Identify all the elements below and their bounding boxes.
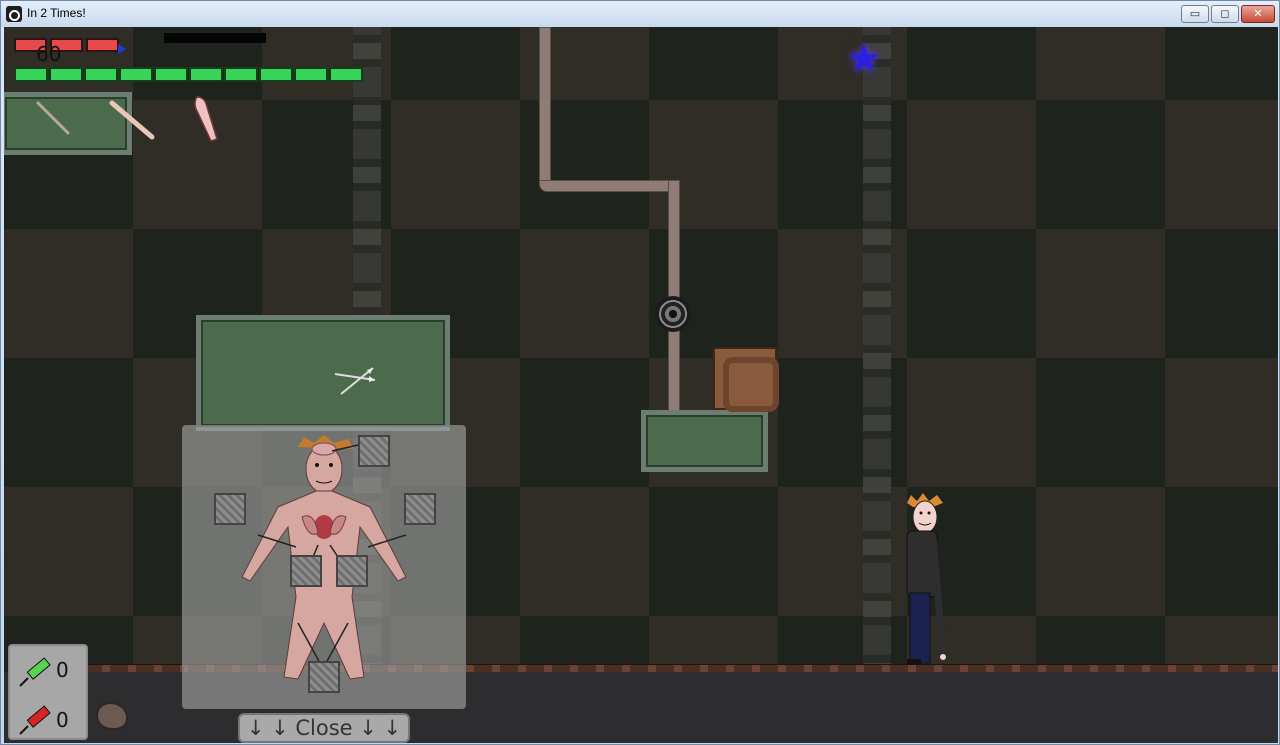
stamina-segment — [294, 67, 328, 82]
close-body-map-button[interactable]: ↓ ↓ Close ↓ ↓ — [238, 713, 410, 743]
stamina-segment — [84, 67, 118, 82]
wooden-crate[interactable] — [713, 347, 779, 412]
right-arm-slot[interactable] — [214, 493, 246, 525]
close-window-button[interactable]: ✕ — [1241, 5, 1275, 23]
star-icon[interactable]: ★ — [846, 39, 882, 79]
game-viewport[interactable]: ★ 60 ↓ ↓ Close ↓ ↓ 0 0 — [4, 27, 1278, 743]
green-panel-large — [196, 315, 450, 431]
left-arm-slot[interactable] — [404, 493, 436, 525]
window-title: In 2 Times! — [27, 6, 86, 20]
maximize-button[interactable]: ◻ — [1211, 5, 1239, 23]
minimize-button[interactable]: ▭ — [1181, 5, 1209, 23]
pipe-segment — [539, 27, 551, 192]
stamina-segment — [259, 67, 293, 82]
pipe-segment — [539, 180, 680, 192]
crossed-arrows-icon[interactable] — [329, 362, 381, 402]
bone-items[interactable] — [34, 97, 164, 147]
stamina-segment — [14, 67, 48, 82]
red-syringe-icon[interactable] — [16, 702, 56, 738]
rock-item[interactable] — [96, 702, 128, 730]
severed-arm[interactable] — [189, 91, 229, 151]
game-window: In 2 Times! ▭ ◻ ✕ ★ 60 ↓ ↓ Close ↓ ↓ 0 0 — [0, 0, 1280, 745]
stamina-segment — [154, 67, 188, 82]
red-syringe-count: 0 — [56, 708, 69, 732]
arrow-icon — [118, 44, 126, 54]
torso-right-slot[interactable] — [336, 555, 368, 587]
torso-left-slot[interactable] — [290, 555, 322, 587]
hanging-chain — [863, 27, 891, 743]
green-panel-small — [641, 410, 768, 472]
progress-bar — [164, 33, 266, 43]
head-slot[interactable] — [358, 435, 390, 467]
body-map-overlay — [182, 425, 466, 709]
title-bar[interactable]: In 2 Times! ▭ ◻ ✕ — [1, 1, 1279, 27]
legs-slot[interactable] — [308, 661, 340, 693]
green-syringe-icon[interactable] — [16, 654, 56, 690]
health-value: 60 — [36, 42, 62, 66]
pipe-valve[interactable] — [655, 296, 691, 332]
stamina-segment — [329, 67, 363, 82]
player-character[interactable] — [899, 493, 947, 669]
health-segment — [86, 38, 119, 52]
stamina-segment — [49, 67, 83, 82]
green-syringe-count: 0 — [56, 658, 69, 682]
stamina-segment — [189, 67, 223, 82]
stamina-segment — [224, 67, 258, 82]
syringe-inventory: 0 0 — [8, 644, 88, 740]
stamina-segment — [119, 67, 153, 82]
app-icon — [6, 6, 22, 22]
